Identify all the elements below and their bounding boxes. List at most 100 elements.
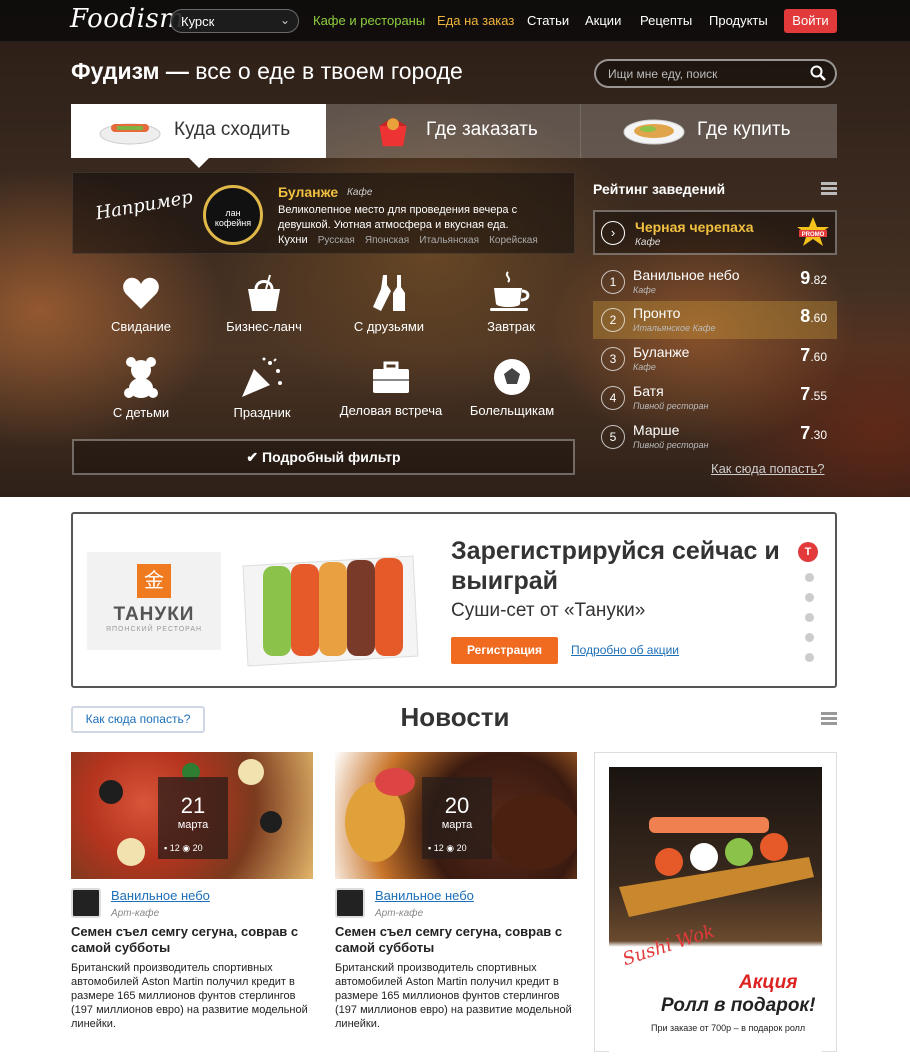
carousel-dot[interactable] (804, 573, 814, 582)
ad-logo: Sushi Wok (620, 920, 718, 971)
news-image[interactable]: 20 марта ▪ 12 ◉ 20 (335, 752, 577, 879)
cuisine-label: Кухни (278, 234, 308, 246)
category-holiday[interactable]: Праздник (202, 357, 322, 420)
comments-count: 12 (433, 843, 444, 853)
search-input[interactable]: Ищи мне еду, поиск (594, 59, 837, 88)
news-date: 21 марта ▪ 12 ◉ 20 (158, 777, 228, 859)
filter-label: Подробный фильтр (262, 449, 401, 465)
news-image[interactable]: 21 марта ▪ 12 ◉ 20 (71, 752, 313, 879)
dish-plate-icon (623, 119, 685, 145)
rating-row[interactable]: 3 Буланже Кафе 7.60 (593, 340, 837, 378)
news-date: 20 марта ▪ 12 ◉ 20 (422, 777, 492, 859)
rating-row[interactable]: 2 Пронто Итальянское Кафе 8.60 (593, 301, 837, 339)
ad-headline: Ролл в подарок! (661, 995, 816, 1016)
carousel-dot[interactable] (804, 633, 814, 642)
example-card[interactable]: Например лан кофейня Буланже Кафе Велико… (72, 172, 575, 254)
news-source-link[interactable]: Ванильное небо (375, 888, 474, 903)
rating-score: 9.82 (800, 268, 827, 289)
nav-articles[interactable]: Статьи (527, 13, 569, 28)
rating-promo[interactable]: › Черная черепаха Кафе PROMO (593, 210, 837, 255)
source-avatar[interactable] (71, 888, 101, 918)
cuisine-tag[interactable]: Японская (365, 235, 409, 246)
news-card[interactable]: 21 марта ▪ 12 ◉ 20 Ванильное небо Арт-ка… (71, 752, 313, 1030)
nav-promos[interactable]: Акции (585, 13, 621, 28)
cuisine-tag[interactable]: Корейская (489, 235, 538, 246)
category-label: Завтрак (487, 319, 535, 334)
title-rest: все о еде в твоем городе (188, 58, 463, 84)
nav-food-order[interactable]: Еда на заказ (437, 13, 514, 28)
rating-row[interactable]: 1 Ванильное небо Кафе 9.82 (593, 263, 837, 301)
cuisine-tag[interactable]: Русская (318, 235, 355, 246)
soccer-ball-icon (494, 359, 530, 395)
nav-products[interactable]: Продукты (709, 13, 768, 28)
carousel-dot[interactable] (804, 593, 814, 602)
category-business-lunch[interactable]: Бизнес-ланч (204, 273, 324, 334)
city-select[interactable]: Курск ⌄ (170, 9, 299, 33)
rating-name: Марше (633, 422, 680, 438)
category-label: Свидание (110, 319, 172, 334)
category-business-meeting[interactable]: Деловая встреча (331, 357, 451, 418)
ad-image: Sushi Wok Акция Ролл в подарок! При зака… (609, 767, 822, 1057)
menu-icon[interactable] (821, 182, 837, 196)
promo-details-link[interactable]: Подробно об акции (571, 643, 679, 657)
heart-icon (123, 277, 159, 309)
search-icon[interactable] (810, 65, 826, 81)
rating-name: Пронто (633, 305, 681, 321)
news-menu-icon[interactable] (821, 712, 837, 726)
source-avatar[interactable] (335, 888, 365, 918)
rating-rank: 4 (601, 386, 625, 410)
tanuki-logo: 金 ТАНУКИ ЯПОНСКИЙ РЕСТОРАН (87, 552, 221, 650)
promo-badge-text: PROMO (802, 232, 825, 238)
news-source-type: Арт-кафе (375, 908, 424, 919)
bottles-icon (373, 275, 405, 311)
category-with-kids[interactable]: С детьми (81, 357, 201, 420)
news-card[interactable]: 20 марта ▪ 12 ◉ 20 Ванильное небо Арт-ка… (335, 752, 577, 1030)
category-breakfast[interactable]: Завтрак (451, 270, 571, 334)
tab-where-to-buy[interactable]: Где купить (581, 104, 837, 158)
example-hand-label: Например (93, 186, 195, 225)
rating-type: Кафе (633, 362, 656, 372)
cuisine-tag[interactable]: Итальянская (419, 235, 479, 246)
comments-count: 12 (169, 843, 180, 853)
rating-row[interactable]: 4 Батя Пивной ресторан 7.55 (593, 379, 837, 417)
news-text: Британский производитель спортивных авто… (335, 962, 572, 1030)
side-ad[interactable]: Sushi Wok Акция Ролл в подарок! При зака… (594, 752, 837, 1057)
tanuki-brand: ТАНУКИ (113, 604, 195, 625)
news-howto-button[interactable]: Как сюда попасть? (71, 706, 205, 733)
rating-row[interactable]: 5 Марше Пивной ресторан 7.30 (593, 418, 837, 456)
teddy-bear-icon (124, 357, 158, 398)
nav-cafes[interactable]: Кафе и рестораны (313, 13, 425, 28)
tab-label: Где купить (697, 119, 791, 140)
carousel-dot[interactable] (804, 653, 814, 662)
nav-recipes[interactable]: Рецепты (640, 13, 692, 28)
news-month: марта (441, 819, 473, 831)
news-headline[interactable]: Семен съел семгу сегуна, соврав с самой … (335, 924, 575, 956)
login-button[interactable]: Войти (784, 9, 837, 33)
register-button[interactable]: Регистрация (451, 637, 558, 664)
news-headline[interactable]: Семен съел семгу сегуна, соврав с самой … (71, 924, 311, 956)
promo-type: Кафе (635, 237, 661, 248)
carousel-dots: T (798, 542, 820, 662)
news-source-link[interactable]: Ванильное небо (111, 888, 210, 903)
chevron-down-icon: ⌄ (279, 13, 290, 27)
category-with-friends[interactable]: С друзьями (329, 273, 449, 334)
category-fans[interactable]: Болельщикам (452, 357, 572, 418)
tab-label: Где заказать (426, 119, 538, 140)
score-int: 7 (800, 384, 811, 404)
example-name[interactable]: Буланже (278, 184, 338, 200)
tab-where-to-go[interactable]: Куда сходить (71, 104, 326, 168)
tab-where-to-order[interactable]: Где заказать (326, 104, 581, 158)
rating-howto-link[interactable]: Как сюда попасть? (711, 461, 825, 476)
carousel-dot-active[interactable]: T (798, 542, 818, 562)
category-label: Праздник (233, 405, 291, 420)
category-label: С детьми (112, 405, 170, 420)
rating-rank: 2 (601, 308, 625, 332)
news-stats: ▪ 12 ◉ 20 (428, 843, 467, 854)
category-date[interactable]: Свидание (81, 273, 201, 334)
carousel-dot[interactable] (804, 613, 814, 622)
rating-type: Итальянское Кафе (633, 323, 716, 333)
views-count: 20 (456, 843, 467, 853)
score-dec: .60 (810, 350, 827, 364)
detailed-filter-button[interactable]: ✔ Подробный фильтр (72, 439, 575, 475)
logo[interactable]: Foodism (70, 4, 184, 34)
